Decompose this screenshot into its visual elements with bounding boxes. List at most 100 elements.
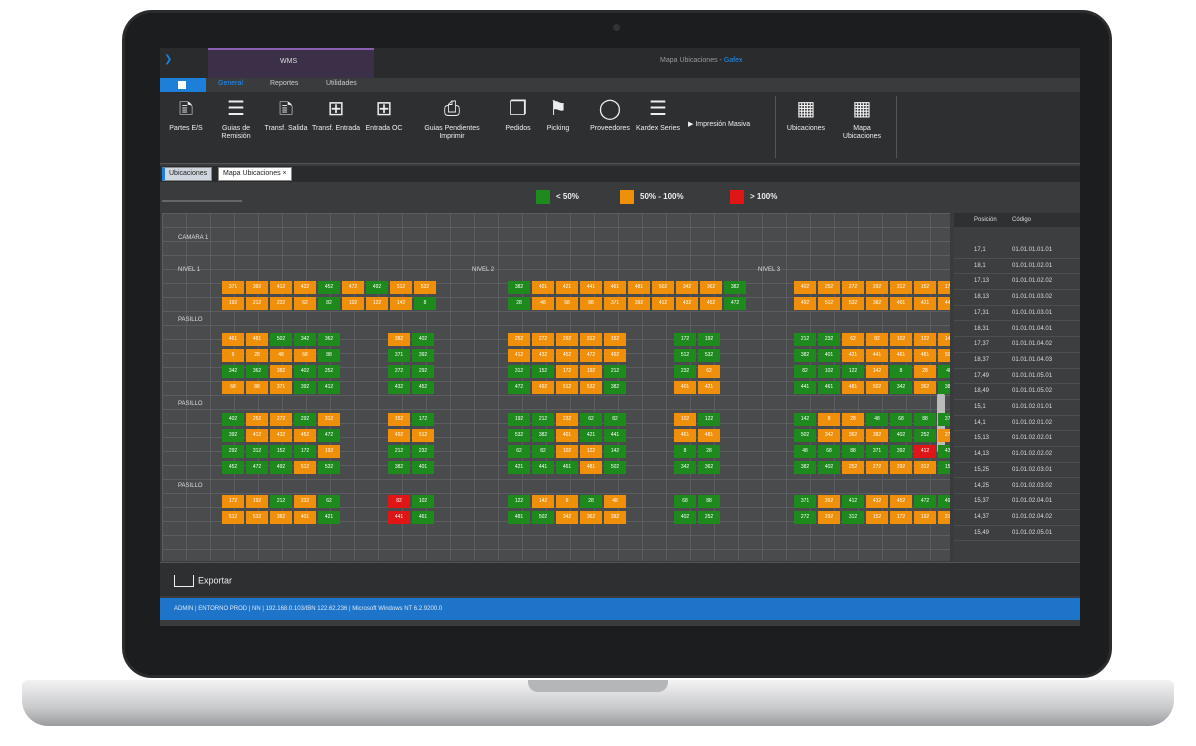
location-cell[interactable]: 402 <box>890 429 912 442</box>
impresion-masiva-button[interactable]: ▶ Impresión Masiva <box>688 120 750 128</box>
location-cell[interactable]: 62 <box>508 445 530 458</box>
location-cell[interactable]: 452 <box>556 349 578 362</box>
location-cell[interactable]: 82 <box>318 297 340 310</box>
location-cell[interactable]: 392 <box>412 349 434 362</box>
location-cell[interactable]: 28 <box>508 297 530 310</box>
location-cell[interactable]: 441 <box>580 281 602 294</box>
location-cell[interactable]: 252 <box>318 365 340 378</box>
location-cell[interactable]: 252 <box>914 429 936 442</box>
location-cell[interactable]: 342 <box>556 511 578 524</box>
location-cell[interactable]: 152 <box>532 365 554 378</box>
location-cell[interactable]: 342 <box>222 365 244 378</box>
table-row[interactable]: 15,37 01.01.02.04.01 <box>954 494 1080 510</box>
table-row[interactable]: 18,37 01.01.01.04.03 <box>954 353 1080 369</box>
location-cell[interactable]: 532 <box>842 297 864 310</box>
location-cell[interactable]: 272 <box>866 461 888 474</box>
location-cell[interactable]: 252 <box>818 281 840 294</box>
location-cell[interactable]: 142 <box>604 445 626 458</box>
location-cell[interactable]: 142 <box>532 495 554 508</box>
location-cell[interactable]: 342 <box>676 281 698 294</box>
location-cell[interactable]: 481 <box>628 281 650 294</box>
location-cell[interactable]: 88 <box>318 349 340 362</box>
location-cell[interactable]: 68 <box>294 349 316 362</box>
location-cell[interactable]: 192 <box>698 333 720 346</box>
location-cell[interactable]: 401 <box>532 281 554 294</box>
table-row[interactable]: 17,37 01.01.01.04.02 <box>954 337 1080 353</box>
location-cell[interactable]: 142 <box>938 333 950 346</box>
location-cell[interactable]: 492 <box>366 281 388 294</box>
location-cell[interactable]: 382 <box>532 429 554 442</box>
location-cell[interactable]: 362 <box>318 333 340 346</box>
location-cell[interactable]: 382 <box>794 349 816 362</box>
location-cell[interactable]: 382 <box>270 365 292 378</box>
location-cell[interactable]: 421 <box>556 281 578 294</box>
location-cell[interactable]: 461 <box>604 281 626 294</box>
location-cell[interactable]: 401 <box>890 297 912 310</box>
location-cell[interactable]: 252 <box>508 333 530 346</box>
table-row[interactable]: 14,25 01.01.02.03.02 <box>954 479 1080 495</box>
location-cell[interactable]: 412 <box>914 445 936 458</box>
location-cell[interactable]: 62 <box>842 333 864 346</box>
location-cell[interactable]: 382 <box>866 429 888 442</box>
location-cell[interactable]: 412 <box>270 281 292 294</box>
location-cell[interactable]: 68 <box>818 445 840 458</box>
location-cell[interactable]: 232 <box>270 297 292 310</box>
table-row[interactable]: 14,13 01.01.02.02.02 <box>954 447 1080 463</box>
mapa-ubicaciones-button[interactable]: ▦ Mapa Ubicaciones <box>836 96 888 141</box>
location-cell[interactable]: 292 <box>222 445 244 458</box>
location-cell[interactable]: 502 <box>604 461 626 474</box>
table-row[interactable]: 15,25 01.01.02.03.01 <box>954 463 1080 479</box>
table-row[interactable]: 14,1 01.01.02.01.02 <box>954 416 1080 432</box>
location-cell[interactable]: 441 <box>532 461 554 474</box>
location-cell[interactable]: 122 <box>842 365 864 378</box>
location-cell[interactable]: 62 <box>318 495 340 508</box>
zoom-slider[interactable] <box>162 200 242 202</box>
location-cell[interactable]: 192 <box>580 365 602 378</box>
location-cell[interactable]: 382 <box>604 381 626 394</box>
table-row[interactable]: 18,1 01.01.01.02.01 <box>954 259 1080 275</box>
table-row[interactable]: 17,1 01.01.01.01.01 <box>954 243 1080 259</box>
location-cell[interactable]: 432 <box>676 297 698 310</box>
location-cell[interactable]: 532 <box>414 281 436 294</box>
location-cell[interactable]: 362 <box>700 281 722 294</box>
location-cell[interactable]: 172 <box>222 495 244 508</box>
kardex-series-button[interactable]: ☰ Kardex Series <box>632 96 684 133</box>
location-cell[interactable]: 371 <box>222 281 244 294</box>
table-row[interactable]: 17,31 01.01.01.03.01 <box>954 306 1080 322</box>
location-cell[interactable]: 441 <box>388 511 410 524</box>
location-cell[interactable]: 152 <box>604 333 626 346</box>
location-cell[interactable]: 412 <box>318 381 340 394</box>
location-cell[interactable]: 172 <box>556 365 578 378</box>
location-cell[interactable]: 461 <box>222 333 244 346</box>
location-cell[interactable]: 232 <box>412 445 434 458</box>
location-cell[interactable]: 312 <box>914 461 936 474</box>
location-cell[interactable]: 432 <box>388 381 410 394</box>
location-cell[interactable]: 402 <box>674 511 696 524</box>
location-cell[interactable]: 382 <box>388 333 410 346</box>
location-cell[interactable]: 492 <box>270 461 292 474</box>
location-cell[interactable]: 412 <box>652 297 674 310</box>
location-cell[interactable]: 532 <box>318 461 340 474</box>
location-cell[interactable]: 122 <box>580 445 602 458</box>
location-cell[interactable]: 292 <box>890 461 912 474</box>
location-cell[interactable]: 512 <box>222 511 244 524</box>
location-cell[interactable]: 472 <box>914 495 936 508</box>
location-cell[interactable]: 212 <box>938 511 950 524</box>
location-cell[interactable]: 362 <box>246 365 268 378</box>
location-cell[interactable]: 272 <box>532 333 554 346</box>
location-cell[interactable]: 532 <box>580 381 602 394</box>
location-cell[interactable]: 102 <box>342 297 364 310</box>
location-cell[interactable]: 371 <box>794 495 816 508</box>
location-cell[interactable]: 68 <box>222 381 244 394</box>
table-row[interactable]: 15,49 01.01.02.05.01 <box>954 526 1080 542</box>
location-cell[interactable]: 441 <box>866 349 888 362</box>
location-cell[interactable]: 212 <box>532 413 554 426</box>
transf-salida-button[interactable]: 🗈 Transf. Salida <box>260 96 312 133</box>
proveedores-button[interactable]: ◯ Proveedores <box>584 96 636 133</box>
location-cell[interactable]: 312 <box>508 365 530 378</box>
location-cell[interactable]: 82 <box>388 495 410 508</box>
location-cell[interactable]: 122 <box>508 495 530 508</box>
location-cell[interactable]: 192 <box>318 445 340 458</box>
location-cell[interactable]: 142 <box>794 413 816 426</box>
location-cell[interactable]: 412 <box>246 429 268 442</box>
